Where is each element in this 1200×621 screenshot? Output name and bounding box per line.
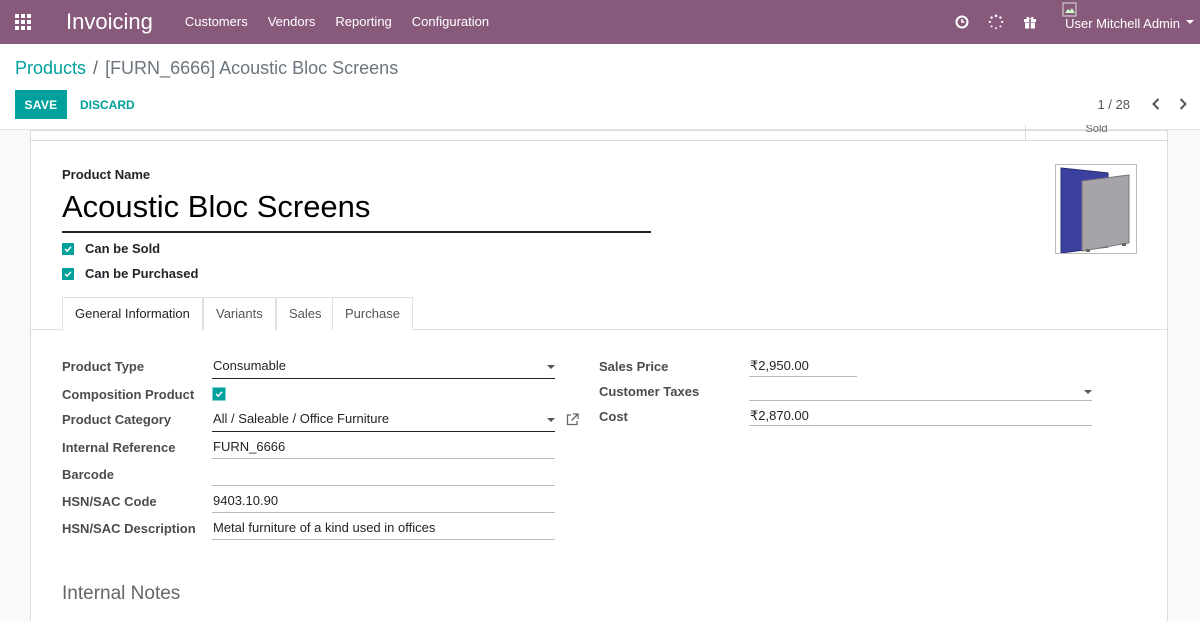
- menu-configuration[interactable]: Configuration: [402, 0, 499, 44]
- sales-price-input[interactable]: ₹2,950.00: [749, 357, 857, 377]
- tab-sales[interactable]: Sales: [276, 297, 335, 330]
- user-menu[interactable]: User Mitchell Admin: [1047, 0, 1200, 44]
- customer-taxes-select[interactable]: [749, 382, 1092, 401]
- chevron-down-icon: [547, 418, 555, 422]
- cost-input[interactable]: ₹2,870.00: [749, 407, 1092, 426]
- chevron-down-icon: [1186, 20, 1194, 24]
- external-link-icon[interactable]: [566, 413, 579, 429]
- breadcrumb-separator: /: [93, 58, 99, 78]
- systray: User Mitchell Admin: [945, 0, 1200, 44]
- product-category-label: Product Category: [62, 412, 172, 427]
- can-be-purchased-label: Can be Purchased: [85, 266, 199, 281]
- check-icon: [215, 391, 223, 398]
- grid-icon: [15, 14, 31, 30]
- internal-reference-label: Internal Reference: [62, 440, 176, 455]
- pager-next-button[interactable]: [1173, 94, 1193, 114]
- activity-spinner-icon[interactable]: [979, 0, 1013, 44]
- tab-general-information[interactable]: General Information: [62, 297, 203, 331]
- internal-notes-title: Internal Notes: [62, 583, 181, 604]
- app-brand[interactable]: Invoicing: [66, 9, 153, 35]
- composition-product-checkbox[interactable]: [212, 387, 226, 401]
- can-be-sold-label: Can be Sold: [85, 241, 161, 256]
- product-image[interactable]: [1055, 164, 1137, 254]
- hsn-code-label: HSN/SAC Code: [62, 494, 157, 509]
- main-menu: Customers Vendors Reporting Configuratio…: [175, 0, 499, 44]
- check-icon: [64, 245, 72, 252]
- barcode-label: Barcode: [62, 467, 115, 482]
- product-name-field[interactable]: Acoustic Bloc Screens: [62, 187, 651, 233]
- acoustic-screen-image: [1060, 167, 1130, 254]
- avatar: [1062, 2, 1078, 18]
- can-be-purchased-checkbox[interactable]: [62, 267, 74, 280]
- product-type-value: Consumable: [213, 358, 286, 373]
- product-type-label: Product Type: [62, 359, 145, 374]
- product-name-label: Product Name: [62, 167, 151, 182]
- hsn-description-label: HSN/SAC Description: [62, 521, 196, 536]
- top-navbar: Invoicing Customers Vendors Reporting Co…: [0, 0, 1200, 44]
- chevron-right-icon: [1179, 98, 1187, 110]
- menu-customers[interactable]: Customers: [175, 0, 258, 44]
- product-category-value: All / Saleable / Office Furniture: [213, 411, 390, 426]
- chevron-down-icon: [547, 365, 555, 369]
- breadcrumb: Products / [FURN_6666] Acoustic Bloc Scr…: [15, 58, 398, 79]
- composition-product-label: Composition Product: [62, 387, 195, 402]
- tab-variants[interactable]: Variants: [203, 297, 276, 330]
- product-type-select[interactable]: Consumable: [212, 357, 555, 379]
- hsn-code-input[interactable]: 9403.10.90: [212, 492, 555, 513]
- hsn-description-input[interactable]: Metal furniture of a kind used in office…: [212, 519, 555, 540]
- tab-purchase[interactable]: Purchase: [332, 297, 413, 330]
- smart-button-box: Sold: [31, 125, 1167, 141]
- can-be-purchased-row: Can be Purchased: [62, 266, 198, 281]
- barcode-input[interactable]: [212, 465, 555, 486]
- pager-value[interactable]: 1 / 28: [1097, 97, 1130, 112]
- gift-icon[interactable]: [1013, 0, 1047, 44]
- apps-menu-button[interactable]: [0, 0, 46, 44]
- customer-taxes-label: Customer Taxes: [599, 384, 700, 399]
- can-be-sold-checkbox[interactable]: [62, 242, 74, 255]
- menu-reporting[interactable]: Reporting: [325, 0, 401, 44]
- notebook-tabs: General Information Variants Sales Purch…: [31, 297, 1167, 331]
- menu-vendors[interactable]: Vendors: [258, 0, 326, 44]
- chevron-left-icon: [1152, 98, 1160, 110]
- breadcrumb-current: [FURN_6666] Acoustic Bloc Screens: [105, 58, 399, 78]
- cost-label: Cost: [599, 409, 628, 424]
- form-sheet: Sold Product Name Acoustic Bloc Screens …: [30, 125, 1168, 621]
- product-category-select[interactable]: All / Saleable / Office Furniture: [212, 410, 555, 432]
- chevron-down-icon: [1084, 390, 1092, 394]
- can-be-sold-row: Can be Sold: [62, 241, 160, 256]
- discard-button[interactable]: DISCARD: [80, 90, 135, 119]
- control-panel: Products / [FURN_6666] Acoustic Bloc Scr…: [0, 44, 1200, 130]
- clock-icon[interactable]: [945, 0, 979, 44]
- check-icon: [64, 270, 72, 277]
- pager-previous-button[interactable]: [1146, 94, 1166, 114]
- breadcrumb-products[interactable]: Products: [15, 58, 86, 79]
- save-button[interactable]: SAVE: [15, 90, 67, 119]
- user-name: User Mitchell Admin: [1065, 15, 1180, 31]
- sold-smart-button[interactable]: Sold: [1025, 125, 1167, 141]
- internal-reference-input[interactable]: FURN_6666: [212, 438, 555, 459]
- sales-price-label: Sales Price: [599, 359, 669, 374]
